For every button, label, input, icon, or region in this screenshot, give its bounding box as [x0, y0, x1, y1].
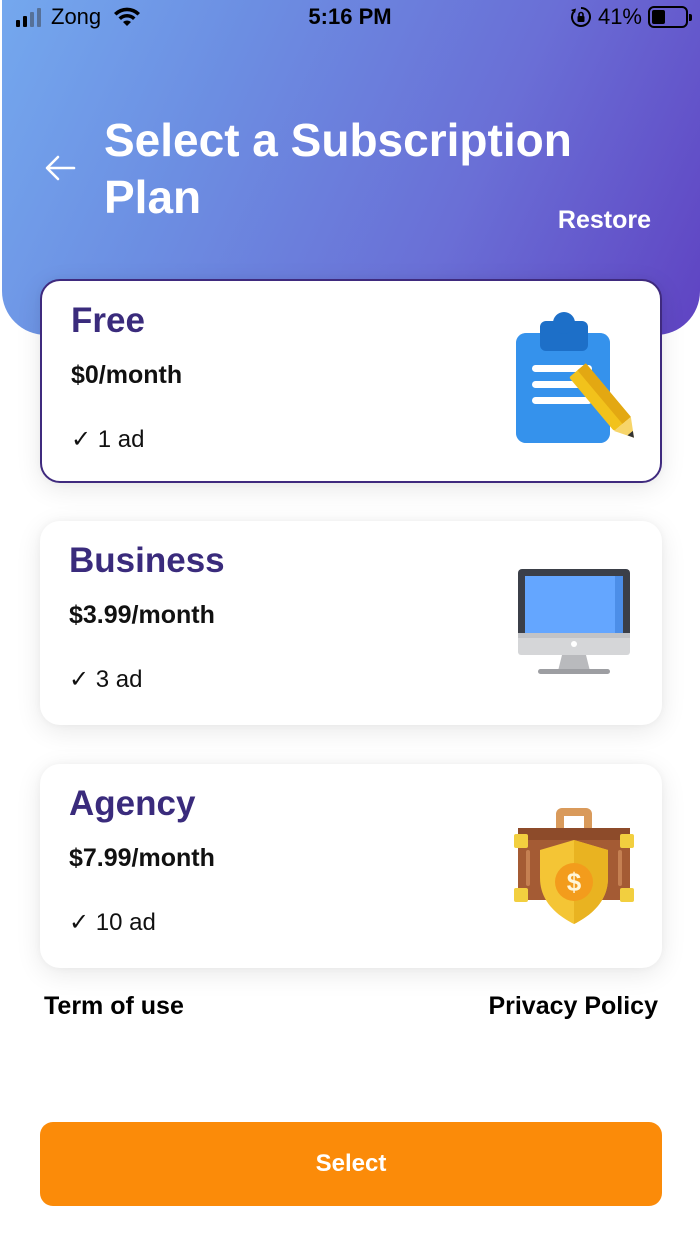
orientation-lock-icon [570, 7, 591, 27]
clipboard-pencil-icon [516, 312, 635, 443]
monitor-icon [518, 569, 630, 674]
restore-button[interactable]: Restore [558, 206, 651, 235]
battery-icon [648, 6, 692, 28]
svg-text:$: $ [567, 867, 582, 897]
status-bar: Zong 5:16 PM 41% [0, 0, 700, 34]
battery-percent: 41% [597, 4, 642, 29]
plan-feature: ✓ 10 ad [69, 909, 156, 936]
select-button[interactable]: Select [40, 1122, 662, 1206]
plan-feature: ✓ 3 ad [69, 666, 143, 693]
briefcase-shield-dollar-icon: $ [514, 808, 634, 924]
back-arrow-icon[interactable] [40, 150, 80, 186]
plan-name: Agency [69, 784, 196, 823]
privacy-policy-link[interactable]: Privacy Policy [488, 992, 658, 1021]
plan-price: $0/month [71, 361, 183, 389]
plan-name: Business [69, 541, 225, 580]
terms-of-use-link[interactable]: Term of use [44, 992, 184, 1021]
plan-price: $3.99/month [69, 601, 215, 629]
plan-card-business[interactable]: Business $3.99/month ✓ 3 ad [40, 521, 662, 725]
plan-card-free[interactable]: Free $0/month ✓ 1 ad [40, 279, 662, 483]
plan-card-agency[interactable]: Agency $7.99/month ✓ 10 ad $ [40, 764, 662, 968]
plan-price: $7.99/month [69, 844, 215, 872]
plan-name: Free [71, 301, 145, 340]
plan-feature: ✓ 1 ad [71, 426, 145, 453]
